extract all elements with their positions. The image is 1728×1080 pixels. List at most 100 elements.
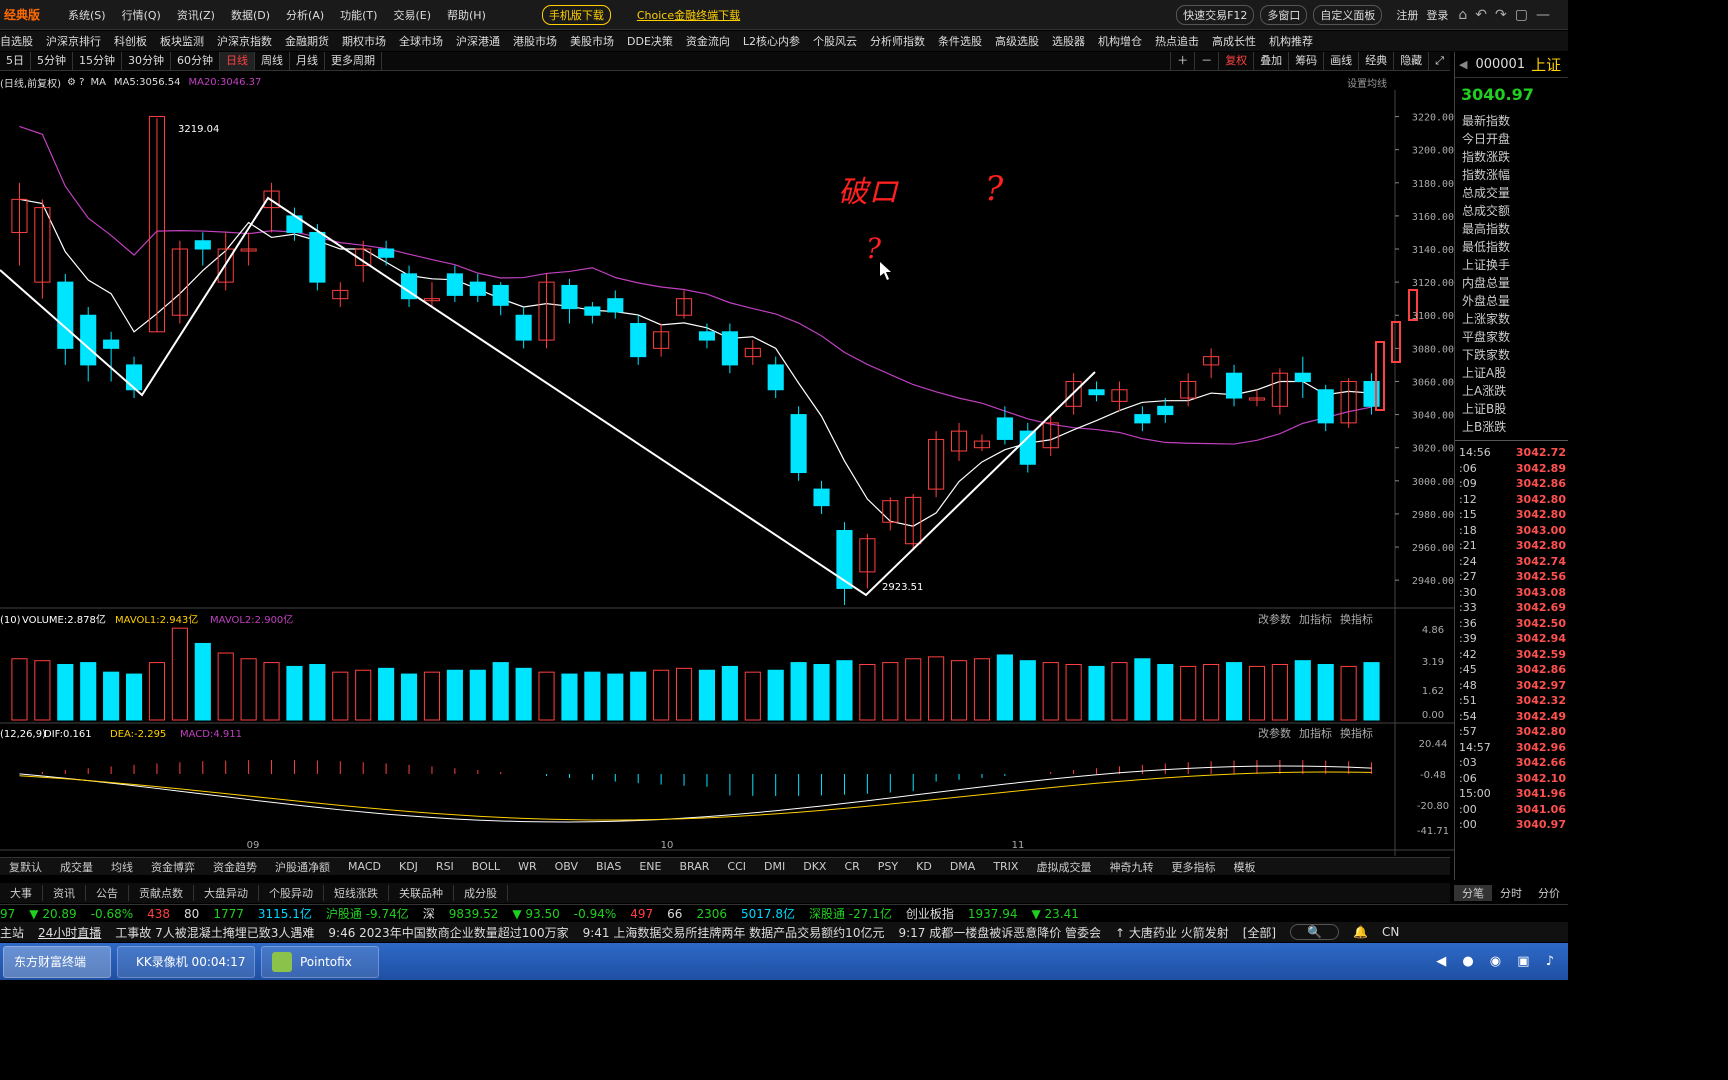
indicator-tab[interactable]: BIAS [596,860,621,873]
nav-item[interactable]: 热点追击 [1155,33,1199,49]
chart-tool-button[interactable]: 筹码 [1288,52,1323,70]
chart-tool-button[interactable]: 经典 [1358,52,1393,70]
language-indicator[interactable]: CN [1382,925,1399,939]
nav-item[interactable]: 沪深京排行 [46,33,101,49]
nav-item[interactable]: 高成长性 [1212,33,1256,49]
indicator-tab[interactable]: KD [916,860,932,873]
window-controls-icon[interactable]: ⌂↶↷▢— [1458,7,1558,23]
news-item[interactable]: 9:41 上海数据交易所挂牌两年 数据产品交易额约10亿元 [583,924,885,941]
mobile-download-button[interactable]: 手机版下载 [541,4,611,25]
chart-tool-button[interactable]: 叠加 [1253,52,1288,70]
chart-tool-button[interactable]: 隐藏 [1393,52,1428,70]
indicator-tab[interactable]: 沪股通净额 [275,859,330,875]
custom-panel-button[interactable]: 自定义面板 [1313,4,1383,25]
indicator-tab[interactable]: RSI [436,860,454,873]
nav-item[interactable]: 机构增仓 [1098,33,1142,49]
info-tab[interactable]: 短线涨跌 [324,885,389,901]
indicator-tab[interactable]: 模板 [1233,859,1255,875]
nav-item[interactable]: 条件选股 [938,33,982,49]
register-link[interactable]: 注册 [1396,7,1418,23]
nav-item[interactable]: 自选股 [0,33,33,49]
period-tab[interactable]: 更多周期 [325,52,382,70]
indicator-tab[interactable]: DMI [764,860,785,873]
taskbar-app-pointofix[interactable]: Pointofix [261,945,379,978]
info-tab[interactable]: 资讯 [43,885,86,901]
news-item[interactable]: 工事故 7人被混凝土掩埋已致3人遇难 [115,924,314,941]
indicator-tab[interactable]: DKX [803,860,826,873]
info-tab[interactable]: 贡献点数 [129,885,194,901]
menu-item[interactable]: 资讯(Z) [177,7,215,23]
menu-item[interactable]: 数据(D) [231,7,270,23]
chart-tool-button[interactable]: 复权 [1218,52,1253,70]
zoom-in-icon[interactable]: ＋ [1170,52,1194,70]
multi-window-button[interactable]: 多窗口 [1260,4,1308,25]
news-item[interactable]: 9:46 2023年中国数商企业数量超过100万家 [328,924,568,941]
tick-list[interactable]: 14:56 3042.72:06 3042.89:09 3042.86:12 3042.… [1455,440,1568,833]
taskbar-app-eastmoney[interactable]: 东方财富终端 [3,945,111,978]
indicator-tab[interactable]: 均线 [111,859,133,875]
info-tab[interactable]: 大事 [0,885,43,901]
indicator-tab[interactable]: BOLL [472,860,500,873]
quote-tab[interactable]: 分时 [1492,885,1530,901]
nav-item[interactable]: 期权市场 [342,33,386,49]
news-source-label[interactable]: 主站 [0,924,24,941]
indicator-tab[interactable]: 神奇九转 [1109,859,1153,875]
menu-item[interactable]: 交易(E) [393,7,431,23]
nav-item[interactable]: 港股市场 [513,33,557,49]
live-news-link[interactable]: 24小时直播 [38,924,101,941]
macd-button[interactable]: 改参数 [1258,726,1291,740]
search-input[interactable]: 🔍 [1290,924,1340,940]
period-tab[interactable]: 30分钟 [122,52,171,70]
indicator-tab[interactable]: 资金趋势 [213,859,257,875]
menu-item[interactable]: 帮助(H) [447,7,486,23]
period-tab[interactable]: 月线 [290,52,325,70]
nav-item[interactable]: 选股器 [1052,33,1085,49]
settings-icon[interactable]: ⚙ ? [67,77,84,88]
indicator-tab[interactable]: KDJ [399,860,418,873]
indicator-tab[interactable]: ENE [639,860,661,873]
nav-item[interactable]: 沪深港通 [456,33,500,49]
nav-item[interactable]: 沪深京指数 [217,33,272,49]
bell-icon[interactable]: 🔔 [1353,925,1368,939]
macd-button[interactable]: 换指标 [1340,726,1373,740]
news-item[interactable]: 9:17 成都一楼盘被诉恶意降价 管委会 [898,924,1101,941]
indicator-tab[interactable]: WR [518,860,537,873]
menu-item[interactable]: 功能(T) [340,7,377,23]
indicator-tab[interactable]: MACD [348,860,381,873]
volume-button[interactable]: 换指标 [1340,612,1373,626]
info-tab[interactable]: 公告 [86,885,129,901]
volume-button[interactable]: 加指标 [1299,612,1332,626]
kline-chart[interactable]: 3219.04 2923.51 (10) VOLUME:2.878亿 MAVOL1:2… [0,90,1454,856]
indicator-tab[interactable]: CCI [727,860,746,873]
info-tab[interactable]: 关联品种 [389,885,454,901]
info-tab[interactable]: 大盘异动 [194,885,259,901]
nav-item[interactable]: 分析师指数 [870,33,925,49]
period-tab[interactable]: 60分钟 [171,52,220,70]
period-tab[interactable]: 周线 [255,52,290,70]
quick-trade-button[interactable]: 快速交易F12 [1176,4,1255,25]
indicator-tab[interactable]: PSY [878,860,898,873]
indicator-tab[interactable]: 资金博弈 [151,859,195,875]
chart-tool-button[interactable]: 画线 [1323,52,1358,70]
menu-item[interactable]: 系统(S) [68,7,106,23]
nav-item[interactable]: DDE决策 [627,33,673,49]
all-news-link[interactable]: [全部] [1243,924,1276,941]
indicator-tab[interactable]: CR [844,860,859,873]
macd-button[interactable]: 加指标 [1299,726,1332,740]
quote-tab[interactable]: 分价 [1530,885,1568,901]
nav-item[interactable]: L2核心内参 [743,33,800,49]
nav-item[interactable]: 资金流向 [686,33,730,49]
period-tab[interactable]: 15分钟 [73,52,122,70]
info-tab[interactable]: 成分股 [454,885,508,901]
nav-item[interactable]: 板块监测 [160,33,204,49]
back-arrow-icon[interactable]: ◀ [1459,58,1467,71]
quote-tab[interactable]: 分笔 [1454,885,1492,901]
nav-item[interactable]: 金融期货 [285,33,329,49]
nav-item[interactable]: 科创板 [114,33,147,49]
info-tab[interactable]: 个股异动 [259,885,324,901]
ma-settings-button[interactable]: 设置均线 [1347,75,1387,90]
zoom-out-icon[interactable]: － [1194,52,1218,70]
hot-stock-alert[interactable]: ↑ 大唐药业 火箭发射 [1115,924,1229,941]
indicator-tab[interactable]: DMA [950,860,976,873]
tray-icons[interactable]: ◀ ● ◉ ▣ ♪ [1436,954,1560,969]
